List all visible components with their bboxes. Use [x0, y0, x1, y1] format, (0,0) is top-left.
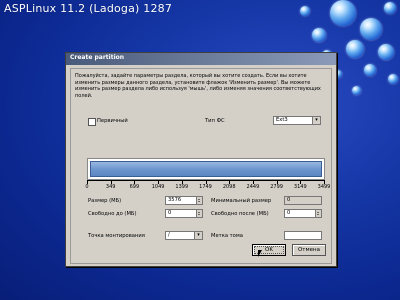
- os-title: ASPLinux 11.2 (Ladoga) 1287: [4, 2, 173, 15]
- chevron-down-icon[interactable]: ▾: [312, 117, 320, 124]
- mouse-pointer-icon: [258, 250, 262, 257]
- create-partition-dialog: Create partition Пожалуйста, задайте пар…: [65, 52, 337, 267]
- volume-label-input[interactable]: [284, 231, 322, 240]
- dialog-frame: Пожалуйста, задайте параметры раздела, к…: [70, 68, 332, 264]
- size-input[interactable]: 3576: [165, 196, 203, 205]
- mount-point-label: Точка монтирования: [88, 233, 145, 239]
- bubble-icon: [364, 64, 376, 76]
- free-before-input[interactable]: 0: [165, 209, 203, 218]
- ruler-tick-label: 699: [129, 184, 140, 190]
- free-after-input[interactable]: 0: [284, 209, 322, 218]
- free-before-label: Свободно до (МБ): [88, 211, 137, 217]
- ruler-tick-label: 1749: [199, 184, 212, 190]
- cancel-button[interactable]: Отмена: [292, 244, 326, 256]
- size-label: Размер (МБ): [88, 198, 122, 204]
- bubble-icon: [312, 28, 326, 42]
- bubble-icon: [346, 40, 364, 58]
- ruler-tick-label: 2449: [246, 184, 260, 190]
- bubble-icon: [300, 6, 310, 16]
- ruler-tick-label: 2799: [270, 184, 283, 190]
- fs-type-value: Ext3: [276, 117, 288, 123]
- size-value: 3576: [168, 197, 182, 203]
- ruler-tick-label: 3499: [317, 184, 331, 190]
- chevron-down-icon[interactable]: ▾: [194, 232, 202, 239]
- fs-type-select[interactable]: Ext3 ▾: [273, 116, 321, 125]
- free-before-value: 0: [168, 210, 172, 216]
- free-after-spin-icon[interactable]: [315, 210, 321, 217]
- free-after-value: 0: [287, 210, 291, 216]
- bubble-icon: [360, 18, 382, 40]
- min-size-value: 0: [287, 197, 291, 203]
- free-before-spin-icon[interactable]: [196, 210, 202, 217]
- ruler-tick-label: 1399: [175, 184, 189, 190]
- primary-label: Первичный: [97, 118, 128, 124]
- ruler-tick-label: 1049: [151, 184, 165, 190]
- dialog-title: Create partition: [70, 54, 125, 61]
- mount-point-value: /: [168, 232, 170, 238]
- bubble-icon: [352, 86, 361, 95]
- bubble-icon: [388, 74, 398, 84]
- primary-checkbox[interactable]: [88, 118, 96, 126]
- partition-size-fill[interactable]: [90, 161, 322, 177]
- min-size-field: 0: [284, 196, 322, 205]
- bubble-icon: [378, 44, 394, 60]
- ruler-tick-label: 0: [85, 184, 89, 190]
- free-after-label: Свободно после (МБ): [211, 211, 269, 217]
- volume-label-label: Метка тома: [211, 233, 243, 239]
- instructions-text: Пожалуйста, задайте параметры раздела, к…: [75, 73, 321, 99]
- min-size-label: Минимальный размер: [211, 198, 272, 204]
- mount-point-select[interactable]: / ▾: [165, 231, 203, 240]
- size-spin-icon[interactable]: [196, 197, 202, 204]
- bubble-icon: [384, 2, 396, 14]
- bubble-icon: [330, 0, 356, 26]
- ruler-tick-label: 3149: [293, 184, 307, 190]
- dialog-titlebar[interactable]: Create partition: [66, 53, 336, 65]
- fs-type-label: Тип ФС: [205, 118, 225, 124]
- ruler-tick-label: 2098: [222, 184, 236, 190]
- partition-size-bar[interactable]: [87, 158, 325, 180]
- ruler-tick-label: 349: [105, 184, 116, 190]
